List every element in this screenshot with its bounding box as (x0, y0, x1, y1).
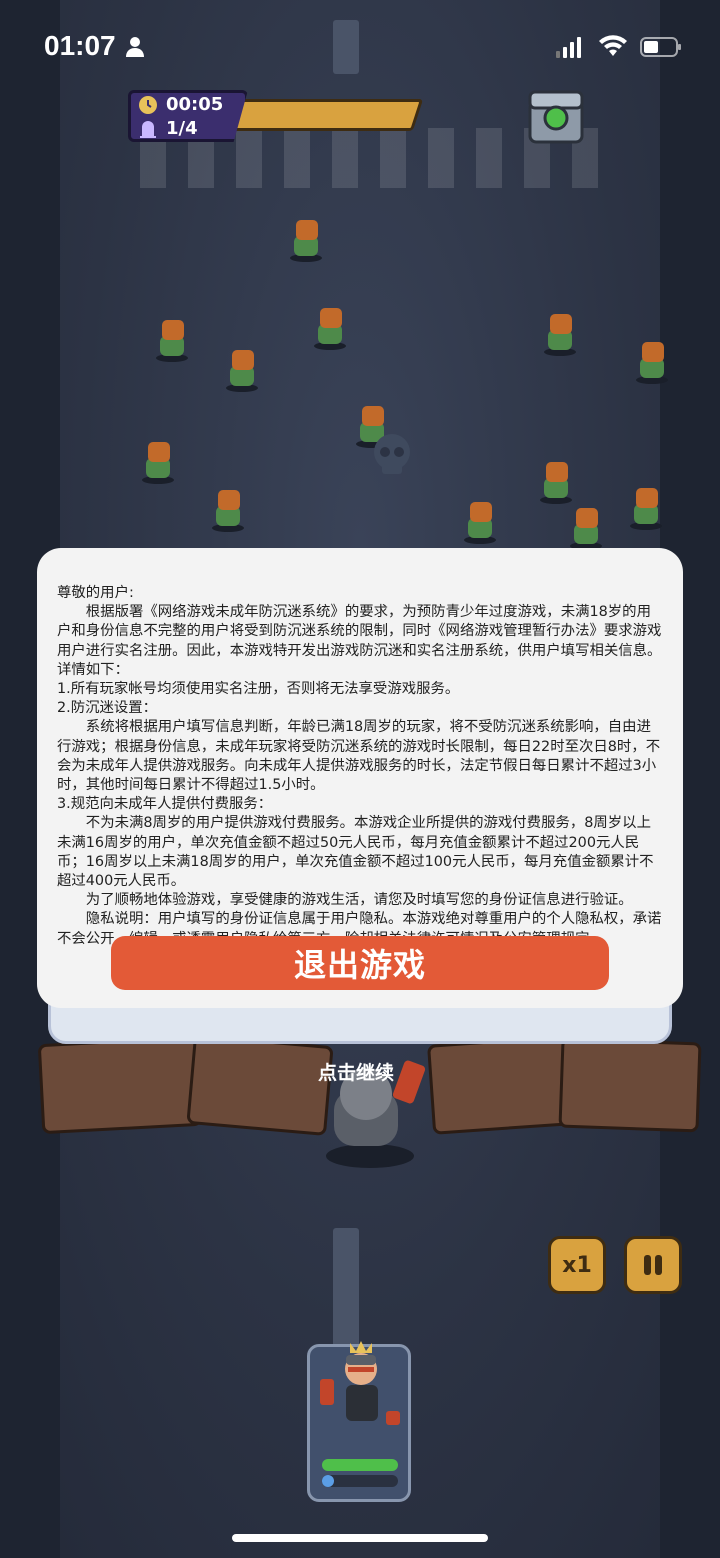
zombie-enemy (142, 442, 174, 484)
zombie-enemy (156, 320, 188, 362)
zombie-enemy (212, 490, 244, 532)
zombie-enemy (630, 488, 662, 530)
hud-wave-count: 1/4 (166, 118, 198, 139)
skull-icon (374, 434, 410, 474)
zombie-enemy (540, 462, 572, 504)
zombie-enemy (636, 342, 668, 384)
tap-to-continue[interactable]: 点击继续 (318, 1058, 394, 1085)
barricade (427, 1035, 573, 1135)
notice-greeting: 尊敬的用户: (57, 585, 134, 601)
notice-paragraph: 1.所有玩家帐号均须使用实名注册，否则将无法享受游戏服务。 (57, 681, 460, 698)
notice-paragraph: 3.规范向未成年人提供付费服务： (57, 796, 273, 813)
pause-icon (644, 1255, 662, 1275)
signal-icon (556, 37, 581, 58)
anti-addiction-notice: 尊敬的用户: 根据版署《网络游戏未成年防沉迷系统》的要求，为预防青少年过度游戏，… (37, 548, 683, 1008)
zombie-enemy (314, 308, 346, 350)
barricade (558, 1037, 702, 1133)
status-bar: 01:07 (0, 28, 720, 68)
hero-portrait (320, 1341, 400, 1425)
battery-icon (640, 37, 681, 57)
hud-timer-row: 00:05 (138, 94, 223, 115)
zombie-enemy (290, 220, 322, 262)
speed-button[interactable]: x1 (548, 1236, 606, 1294)
person-icon (126, 37, 144, 57)
notice-paragraph: 根据版署《网络游戏未成年防沉迷系统》的要求，为预防青少年过度游戏，未满18岁的用… (57, 604, 662, 678)
wifi-icon (599, 35, 627, 56)
supply-chest-icon[interactable] (524, 88, 588, 148)
exit-game-button[interactable]: 退出游戏 (111, 936, 609, 990)
tombstone-icon (140, 120, 156, 138)
hud-timer: 00:05 (166, 94, 224, 115)
hero-health-bar (322, 1459, 398, 1471)
status-time: 01:07 (44, 30, 116, 61)
hud-wave-row: 1/4 (138, 118, 198, 139)
barricade (37, 1035, 203, 1135)
notice-paragraph: 为了顺畅地体验游戏，享受健康的游戏生活，请您及时填写您的身份证信息进行验证。 (85, 892, 633, 909)
home-indicator[interactable] (232, 1534, 488, 1542)
notice-paragraph: 系统将根据用户填写信息判断，年龄已满18周岁的玩家，将不受防沉迷系统影响，自由进… (57, 719, 661, 794)
notice-paragraph: 不为未满8周岁的用户提供游戏付费服务。本游戏企业所提供的游戏付费服务，8周岁以上… (57, 815, 654, 890)
hero-experience-bar (322, 1475, 398, 1487)
clock-icon (139, 95, 157, 114)
zombie-enemy (544, 314, 576, 356)
zombie-enemy (570, 508, 602, 550)
zombie-enemy (464, 502, 496, 544)
pause-button[interactable] (624, 1236, 682, 1294)
hero-card[interactable] (307, 1341, 411, 1502)
zombie-enemy (226, 350, 258, 392)
notice-paragraph: 2.防沉迷设置： (57, 700, 158, 717)
